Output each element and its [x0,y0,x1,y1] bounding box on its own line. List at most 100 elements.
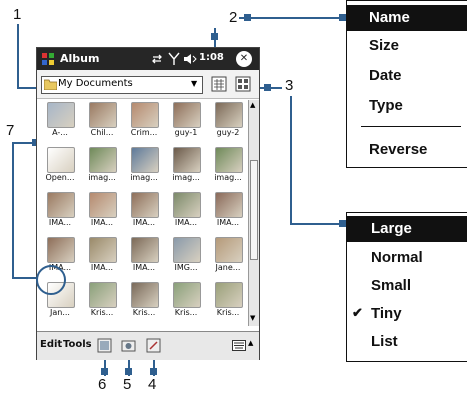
view-icon[interactable] [235,76,251,92]
windows-flag-icon[interactable] [41,52,55,66]
photo-thumbnail-icon [173,237,201,263]
thumbnail-label: A-... [52,128,68,137]
thumbnail-item[interactable]: guy-1 [165,100,205,146]
close-icon[interactable]: ✕ [236,51,252,67]
photo-thumbnail-icon [173,102,201,128]
thumbnail-item[interactable]: Kris... [165,280,205,326]
callout-5-dot [125,368,132,375]
phone-screen: Album 1:08 ✕ My Documents ▼ A-... Chil..… [36,47,260,360]
callout-3-line-v [290,96,292,224]
edit-picture-icon[interactable] [146,338,161,353]
sort-item-name[interactable]: Name [347,5,467,31]
thumbnail-item[interactable]: IMA... [39,190,79,236]
thumbnail-item[interactable]: A-... [39,100,79,146]
callout-1-line [17,24,19,88]
photo-thumbnail-icon [89,282,117,308]
photo-thumbnail-icon [131,192,159,218]
signal-icon[interactable] [168,52,180,66]
connectivity-icon[interactable] [151,53,163,65]
scroll-thumb[interactable] [250,160,258,260]
scroll-up-arrow[interactable]: ▲ [250,101,255,109]
thumbnail-item[interactable]: Crim... [123,100,163,146]
folder-value: My Documents [58,78,133,89]
thumbnail-item[interactable]: Kris... [81,280,121,326]
thumbnail-label: guy-1 [174,128,198,137]
thumbnail-item[interactable]: Kris... [123,280,163,326]
thumbnail-item[interactable]: IMA... [123,235,163,281]
thumbnail-item[interactable] [81,325,121,326]
title-bar: Album 1:08 ✕ [37,48,259,70]
callout-3-dot [264,84,271,91]
thumbnail-item[interactable]: imag... [81,145,121,191]
thumbnail-grid: A-... Chil... Crim... guy-1 guy-2 Open... imag… [39,100,247,326]
thumbnail-item[interactable]: imag... [123,145,163,191]
thumbnail-item[interactable]: IMA... [81,190,121,236]
thumbnail-label: guy-2 [216,128,240,137]
callout-3-dot2 [339,220,346,227]
callout-1: 1 [13,6,22,23]
thumbnail-item[interactable]: imag... [207,145,247,191]
keyboard-icon[interactable] [232,340,246,351]
photo-thumbnail-icon [131,237,159,263]
thumbnail-label: Kris... [132,308,156,317]
callout-3-line-h2 [290,223,346,225]
view-item-large[interactable]: Large [347,216,467,242]
input-arrow-icon[interactable]: ▲ [248,339,253,347]
edit-menu[interactable]: Edit [40,339,62,350]
thumbnail-item[interactable] [123,325,163,326]
sort-icon[interactable] [211,76,227,92]
photo-thumbnail-icon [215,192,243,218]
thumbnail-item[interactable] [39,325,79,326]
thumbnail-label: Kris... [90,308,114,317]
thumbnail-item[interactable]: IMG... [165,235,205,281]
sort-menu: Name Size Date Type Reverse [346,0,467,168]
bottom-bar: Edit Tools ▲ [37,331,259,360]
photo-thumbnail-icon [47,237,75,263]
slideshow-icon[interactable] [97,338,112,353]
photo-thumbnail-icon [47,192,75,218]
callout-3: 3 [285,77,294,94]
photo-thumbnail-icon [47,147,75,173]
thumbnail-item[interactable]: Jane... [207,235,247,281]
thumbnail-item[interactable]: IMA... [123,190,163,236]
callout-2-dot-right [339,14,346,21]
thumbnail-item[interactable] [207,325,247,326]
thumbnail-label: imag... [130,173,158,182]
thumbnail-item[interactable]: Open... [39,145,79,191]
thumbnail-label: Open... [45,173,75,182]
thumbnail-item[interactable]: guy-2 [207,100,247,146]
thumbnail-label: Crim... [130,128,158,137]
thumbnail-item[interactable]: Kris... [207,280,247,326]
photo-thumbnail-icon [89,237,117,263]
photo-thumbnail-icon [131,102,159,128]
photo-thumbnail-icon [89,147,117,173]
callout-2: 2 [229,9,238,26]
tools-menu[interactable]: Tools [63,339,92,350]
scroll-down-arrow[interactable]: ▼ [250,314,255,322]
chevron-down-icon[interactable]: ▼ [191,79,197,88]
thumbnail-item[interactable]: IMA... [207,190,247,236]
thumbnail-item[interactable]: imag... [165,145,205,191]
clock[interactable]: 1:08 [199,52,224,63]
thumbnail-item[interactable] [165,325,205,326]
thumbnail-label: Kris... [174,308,198,317]
folder-dropdown[interactable]: My Documents ▼ [41,76,203,94]
menu-divider [361,126,461,127]
window-title: Album [60,52,100,65]
callout-2-dot-top [211,33,218,40]
thumbnail-item[interactable]: Chil... [81,100,121,146]
photo-thumbnail-icon [173,192,201,218]
thumbnail-label: IMA... [216,218,240,227]
highlight-circle [36,265,66,295]
scrollbar[interactable]: ▲ ▼ [248,100,259,326]
callout-6: 6 [98,376,107,393]
thumbnail-item[interactable]: IMA... [165,190,205,236]
thumbnail-label: IMA... [132,263,156,272]
camera-icon[interactable] [121,338,136,353]
callout-4-dot [150,368,157,375]
volume-icon[interactable] [183,53,197,65]
thumbnail-label: IMA... [48,218,72,227]
thumbnail-item[interactable]: IMA... [81,235,121,281]
photo-thumbnail-icon [215,237,243,263]
thumbnail-label: Chil... [90,128,114,137]
